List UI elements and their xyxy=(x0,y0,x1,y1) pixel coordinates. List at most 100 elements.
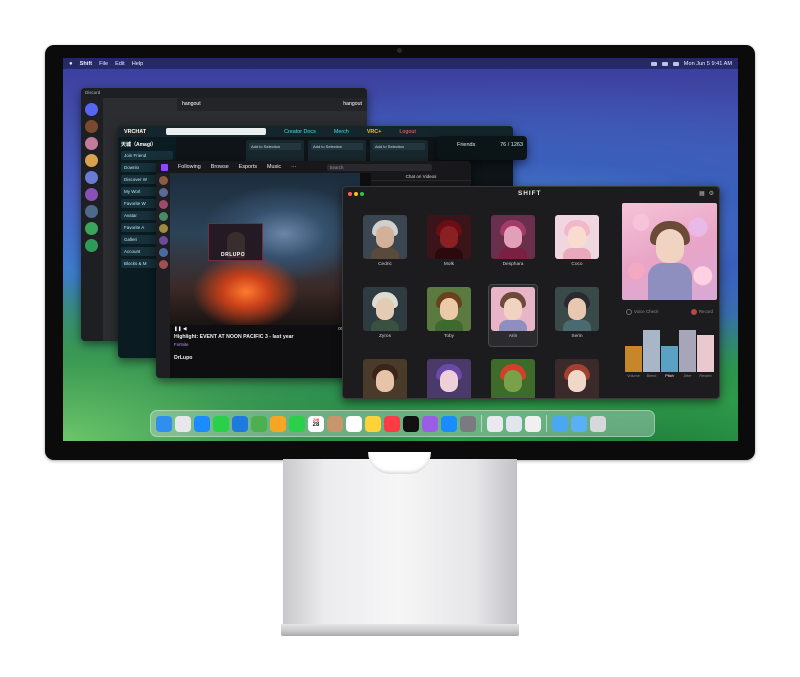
avatar[interactable] xyxy=(158,236,168,245)
control-center-icon[interactable] xyxy=(672,61,679,66)
character-card[interactable] xyxy=(425,357,473,398)
avatar[interactable] xyxy=(158,248,168,257)
podcasts-icon[interactable] xyxy=(422,415,438,432)
music-icon[interactable] xyxy=(384,415,400,432)
maps-icon[interactable] xyxy=(251,415,267,432)
facetime-icon[interactable] xyxy=(289,415,305,432)
voice-check-button[interactable]: Voice Check xyxy=(626,309,658,315)
slider-blend[interactable] xyxy=(643,330,660,372)
settings-icon[interactable] xyxy=(460,415,476,432)
launchpad-icon[interactable] xyxy=(175,415,191,432)
menu-clock[interactable]: Mon Jun 5 9:41 AM xyxy=(684,61,732,67)
stream-category[interactable]: Fortnite xyxy=(174,342,366,347)
nav-more[interactable]: ··· xyxy=(291,164,296,170)
mail-icon[interactable] xyxy=(232,415,248,432)
avatar-face xyxy=(440,226,458,248)
server-icon[interactable] xyxy=(85,120,98,133)
nav-music[interactable]: Music xyxy=(267,164,281,170)
tab-creator-docs[interactable]: Creator Docs xyxy=(284,129,316,135)
logout-button[interactable]: Logout xyxy=(399,129,416,135)
trash-icon[interactable] xyxy=(590,415,606,432)
menu-edit[interactable]: Edit xyxy=(115,61,125,67)
notes-icon[interactable] xyxy=(365,415,381,432)
avatar[interactable] xyxy=(158,224,168,233)
nav-browse[interactable]: Browse xyxy=(211,164,229,170)
vrchat-search-input[interactable] xyxy=(166,128,267,135)
character-card[interactable] xyxy=(489,357,537,398)
photos-icon[interactable] xyxy=(270,415,286,432)
appstore-icon[interactable] xyxy=(441,415,457,432)
dock: JUN 28 xyxy=(150,410,655,437)
maximize-icon[interactable] xyxy=(360,191,364,196)
server-icon[interactable] xyxy=(85,171,98,184)
wifi-icon[interactable] xyxy=(650,61,657,66)
shift-icon[interactable] xyxy=(487,415,503,432)
add-to-selection-button[interactable]: Add to Selection xyxy=(373,143,425,150)
server-icon[interactable] xyxy=(85,137,98,150)
streamer-name[interactable]: DrLupo xyxy=(174,355,366,361)
friends-panel[interactable]: Friends 76 / 1263 xyxy=(437,136,527,160)
calendar-icon[interactable]: JUN 28 xyxy=(308,415,324,432)
folder-icon[interactable] xyxy=(552,415,568,432)
grid-icon[interactable]: ▦ xyxy=(699,190,705,197)
menu-file[interactable]: File xyxy=(99,61,108,67)
tab-merch[interactable]: Merch xyxy=(334,129,349,135)
avatar[interactable] xyxy=(158,212,168,221)
nav-esports[interactable]: Esports xyxy=(239,164,257,170)
contacts-icon[interactable] xyxy=(327,415,343,432)
twitch-video-player[interactable]: DRLUPO xyxy=(170,173,360,325)
search-icon[interactable] xyxy=(661,61,668,66)
avatar[interactable] xyxy=(158,176,168,185)
apple-menu-icon[interactable]: ● xyxy=(69,61,73,67)
avatar[interactable] xyxy=(158,260,168,269)
tv-icon[interactable] xyxy=(403,415,419,432)
character-card[interactable]: Desphara xyxy=(489,213,537,274)
slider-jitter[interactable] xyxy=(679,330,696,372)
slider-pitch[interactable] xyxy=(661,346,678,372)
play-pause-button[interactable]: ❚❚ ◀ xyxy=(174,326,187,332)
sidebar-item[interactable]: Join Friend xyxy=(121,151,173,160)
discover-icon[interactable] xyxy=(85,239,98,252)
shift-toolbar: ▦ ⚙ xyxy=(699,190,714,197)
record-button[interactable]: Record xyxy=(690,309,713,315)
character-card[interactable] xyxy=(361,357,409,398)
safari-icon[interactable] xyxy=(194,415,210,432)
menu-app-name[interactable]: Shift xyxy=(80,61,92,67)
character-card[interactable]: Zyros xyxy=(361,285,409,346)
shift-window[interactable]: SHIFT ▦ ⚙ Cedric Molk Desphara Coco Zyro… xyxy=(342,186,720,399)
slider-volume[interactable] xyxy=(625,346,642,372)
avatar[interactable] xyxy=(158,188,168,197)
character-card[interactable]: Coco xyxy=(553,213,601,274)
twitch-search-input[interactable]: Search xyxy=(326,163,432,171)
character-card[interactable]: Molk xyxy=(425,213,473,274)
voice-actions: Voice Check Record xyxy=(622,300,717,315)
add-to-selection-button[interactable]: Add to Selection xyxy=(249,143,301,150)
avatar-face xyxy=(568,370,586,392)
character-card[interactable]: Serin xyxy=(553,285,601,346)
character-card[interactable] xyxy=(553,357,601,398)
preview-icon[interactable] xyxy=(506,415,522,432)
close-icon[interactable] xyxy=(348,191,352,196)
server-icon[interactable] xyxy=(85,188,98,201)
reminders-icon[interactable] xyxy=(346,415,362,432)
menu-help[interactable]: Help xyxy=(132,61,144,67)
discord-home-icon[interactable] xyxy=(85,103,98,116)
minimize-icon[interactable] xyxy=(354,191,358,196)
server-icon[interactable] xyxy=(85,154,98,167)
character-card[interactable]: Toby xyxy=(425,285,473,346)
documents-icon[interactable] xyxy=(571,415,587,432)
gear-icon[interactable]: ⚙ xyxy=(709,190,714,197)
character-card-selected[interactable]: Arin xyxy=(488,284,538,347)
character-card[interactable]: Cedric xyxy=(361,213,409,274)
nav-following[interactable]: Following xyxy=(178,164,201,170)
tab-vrc-plus[interactable]: VRC+ xyxy=(367,129,382,135)
textedit-icon[interactable] xyxy=(525,415,541,432)
finder-icon[interactable] xyxy=(156,415,172,432)
twitch-logo-icon[interactable] xyxy=(161,163,168,171)
add-to-selection-button[interactable]: Add to Selection xyxy=(311,143,363,150)
add-server-icon[interactable] xyxy=(85,222,98,235)
slider-reverb[interactable] xyxy=(697,335,714,372)
messages-icon[interactable] xyxy=(213,415,229,432)
avatar[interactable] xyxy=(158,200,168,209)
server-icon[interactable] xyxy=(85,205,98,218)
